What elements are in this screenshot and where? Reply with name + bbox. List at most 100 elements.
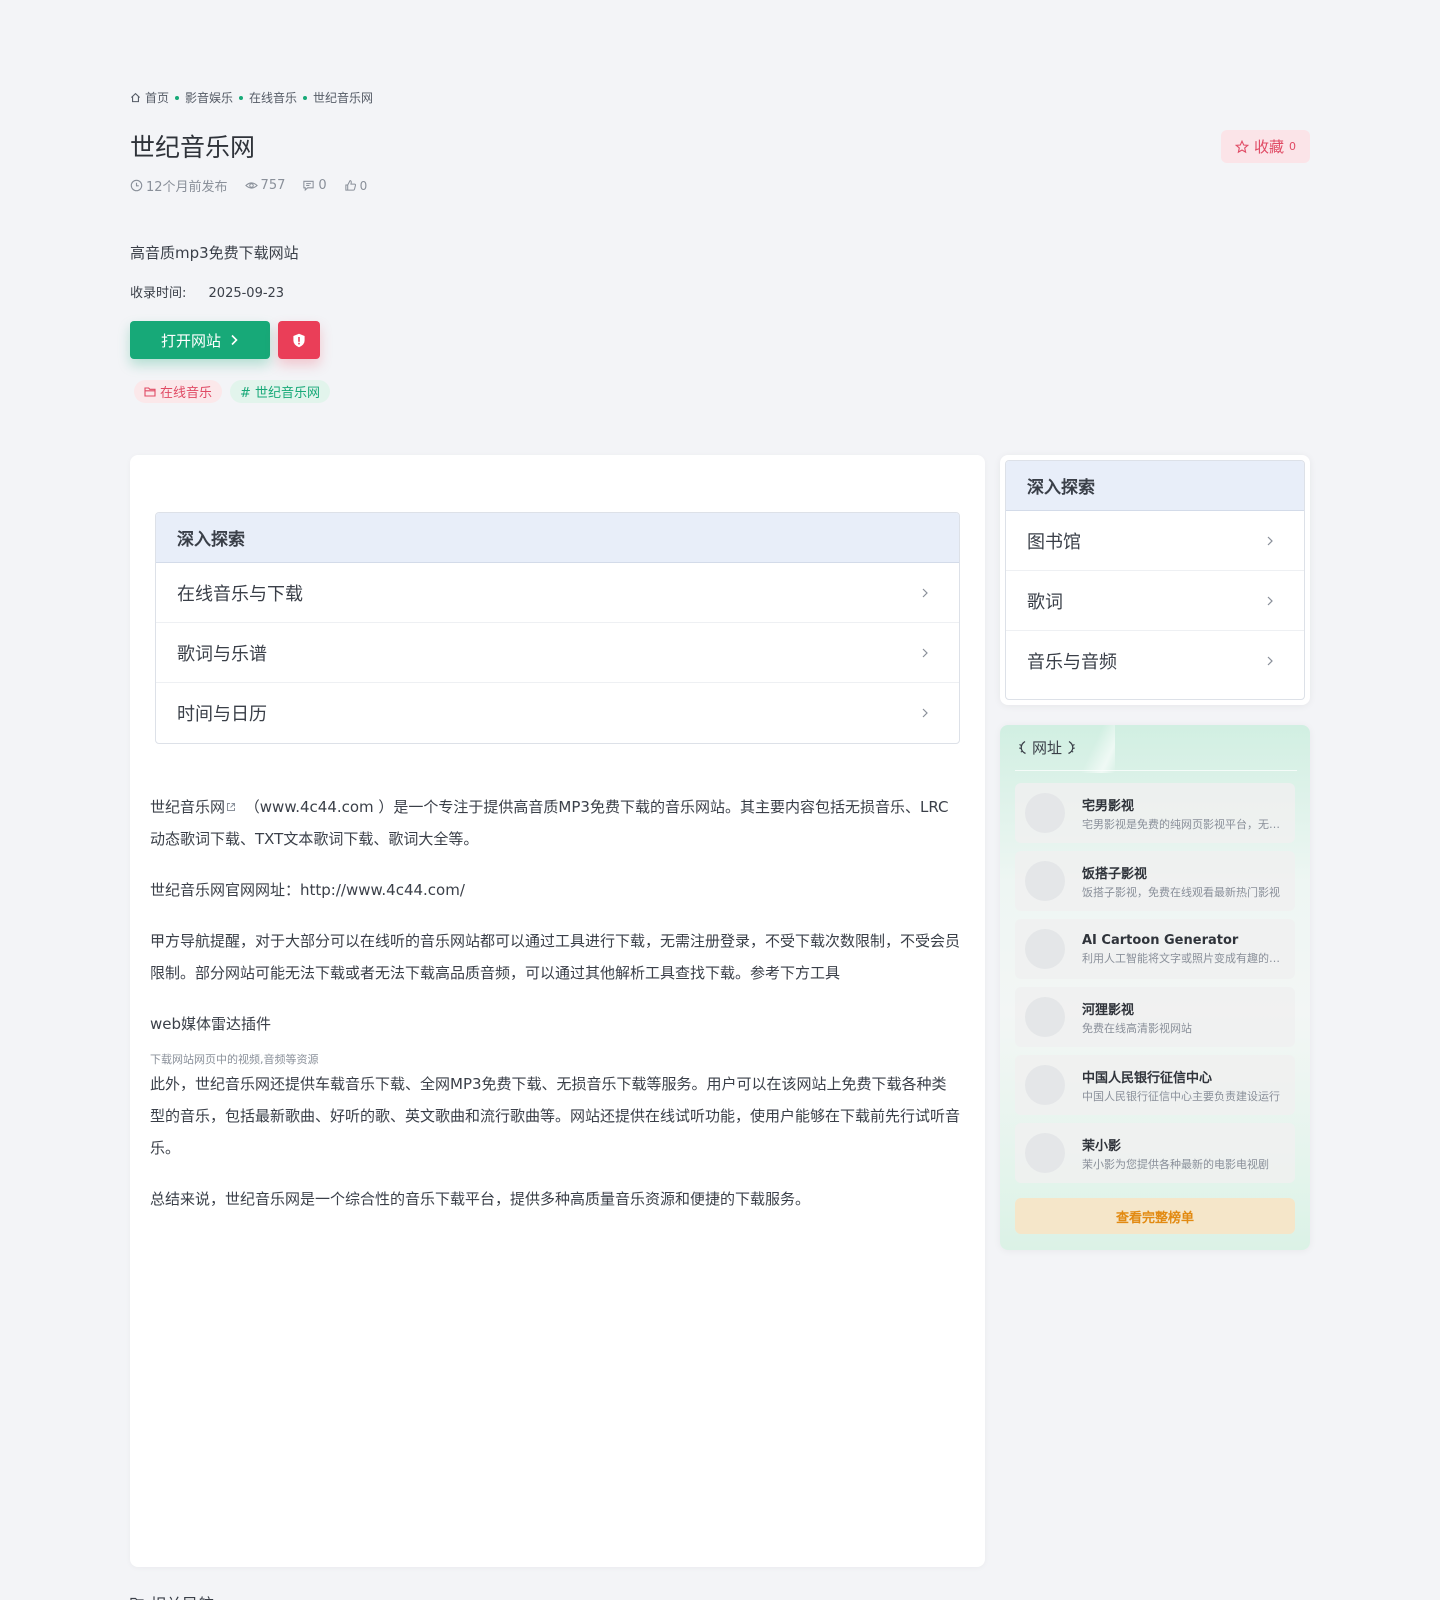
explore-item-music-audio[interactable]: 音乐与音频 — [1006, 631, 1304, 691]
ranking-item-text: 河狸影视 免费在线高清影视网站 — [1082, 999, 1287, 1036]
folder-icon — [144, 387, 156, 397]
explore-panel-side: 深入探索 图书馆 歌词 音乐与音频 — [1000, 455, 1310, 705]
like-count[interactable]: 0 — [344, 178, 368, 193]
chevron-right-icon — [922, 588, 928, 597]
explore-item-lyrics[interactable]: 歌词 — [1006, 571, 1304, 631]
ranking-item-name: AI Cartoon Generator — [1082, 932, 1239, 948]
comment-count[interactable]: 0 — [302, 178, 327, 193]
site-avatar — [1025, 793, 1065, 833]
breadcrumb-separator — [175, 95, 180, 100]
breadcrumb-subcategory[interactable]: 在线音乐 — [249, 89, 297, 106]
site-avatar — [1025, 929, 1065, 969]
explore-panel-side-inner: 深入探索 图书馆 歌词 音乐与音频 — [1005, 460, 1305, 700]
article-paragraph: 此外，世纪音乐网还提供车载音乐下载、全网MP3免费下载、无损音乐下载等服务。用户… — [150, 1075, 961, 1157]
tag-list: 在线音乐 # 世纪音乐网 — [134, 380, 338, 403]
favorite-button[interactable]: 收藏 0 — [1221, 130, 1310, 163]
site-avatar — [1025, 861, 1065, 901]
explore-panel-main: 深入探索 在线音乐与下载 歌词与乐谱 时间与日历 — [155, 512, 960, 744]
ranking-item[interactable]: 饭搭子影视 饭搭子影视，免费在线观看最新热门影视 — [1015, 851, 1295, 911]
site-avatar — [1025, 1133, 1065, 1173]
ranking-item[interactable]: 中国人民银行征信中心 中国人民银行征信中心主要负责建设运行 — [1015, 1055, 1295, 1115]
post-meta: 12个月前发布 757 0 0 — [130, 176, 384, 195]
ranking-item-text: 宅男影视 宅男影视是免费的纯网页影视平台，无需下载 — [1082, 795, 1287, 832]
ranking-item-desc: 宅男影视是免费的纯网页影视平台，无需下载 — [1082, 817, 1287, 831]
explore-item-lyrics-scores[interactable]: 歌词与乐谱 — [156, 623, 959, 683]
ranking-item-text: 茉小影 茉小影为您提供各种最新的电影电视剧 — [1082, 1135, 1287, 1172]
explore-panel-title: 深入探索 — [1006, 461, 1304, 511]
publish-time: 12个月前发布 — [130, 176, 228, 195]
site-description: 高音质mp3免费下载网站 — [130, 244, 299, 262]
favorite-label: 收藏 — [1253, 138, 1284, 156]
explore-item-label: 时间与日历 — [177, 704, 267, 725]
ranking-item[interactable]: 宅男影视 宅男影视是免费的纯网页影视平台，无需下载 — [1015, 783, 1295, 843]
ranking-item-text: 饭搭子影视 饭搭子影视，免费在线观看最新热门影视 — [1082, 863, 1287, 900]
ranking-item-desc: 免费在线高清影视网站 — [1082, 1021, 1192, 1035]
ranking-item[interactable]: AI Cartoon Generator 利用人工智能将文字或照片变成有趣的卡通 — [1015, 919, 1295, 979]
home-icon — [130, 92, 141, 103]
breadcrumb-category[interactable]: 影音娱乐 — [185, 89, 233, 106]
category-tag-label: 在线音乐 — [160, 386, 213, 401]
explore-item-label: 在线音乐与下载 — [177, 583, 303, 605]
ranking-item-name: 中国人民银行征信中心 — [1082, 1070, 1213, 1086]
breadcrumb-separator — [303, 95, 308, 100]
chevron-right-icon — [922, 648, 928, 657]
shield-alert-icon — [293, 333, 305, 347]
chevron-right-icon — [1267, 536, 1273, 545]
ranking-panel: 网址 宅男影视 宅男影视是免费的纯网页影视平台，无需下载 饭搭子影视 饭搭子影视… — [1000, 725, 1310, 1250]
tool-name[interactable]: web媒体雷达插件 — [150, 1008, 960, 1040]
chevron-right-icon — [231, 334, 238, 346]
explore-item-label: 歌词与乐谱 — [177, 643, 267, 665]
breadcrumb-separator — [239, 95, 244, 100]
chevron-right-icon — [1267, 596, 1273, 605]
keyword-tag[interactable]: # 世纪音乐网 — [230, 380, 331, 403]
explore-item-time-calendar[interactable]: 时间与日历 — [156, 683, 959, 743]
ranking-item-name: 河狸影视 — [1082, 1002, 1135, 1018]
laurel-right-icon — [1068, 740, 1075, 755]
record-time-label: 收录时间: — [130, 286, 187, 301]
view-count-text: 757 — [260, 178, 286, 193]
star-icon — [1234, 139, 1249, 153]
chevron-right-icon — [922, 708, 928, 718]
like-count-text: 0 — [359, 178, 368, 193]
ranking-item-name: 饭搭子影视 — [1082, 866, 1148, 882]
site-avatar — [1025, 997, 1065, 1037]
ranking-item[interactable]: 河狸影视 免费在线高清影视网站 — [1015, 987, 1295, 1047]
report-button[interactable] — [278, 321, 320, 359]
external-link-icon — [227, 803, 236, 811]
page-title: 世纪音乐网 — [130, 133, 256, 162]
ranking-item-name: 宅男影视 — [1082, 798, 1135, 814]
ranking-item-desc: 饭搭子影视，免费在线观看最新热门影视 — [1082, 885, 1280, 899]
open-website-label: 打开网站 — [160, 331, 221, 350]
ranking-item-desc: 利用人工智能将文字或照片变成有趣的卡通 — [1082, 951, 1287, 965]
ranking-item-text: AI Cartoon Generator 利用人工智能将文字或照片变成有趣的卡通 — [1082, 933, 1287, 966]
explore-panel-title: 深入探索 — [156, 513, 959, 563]
site-link[interactable]: 世纪音乐网 — [150, 798, 225, 816]
ranking-item[interactable]: 茉小影 茉小影为您提供各种最新的电影电视剧 — [1015, 1123, 1295, 1183]
article-paragraph: 世纪音乐网 （www.4c44.com ）是一个专注于提供高音质MP3免费下载的… — [150, 791, 960, 855]
article-text: （www.4c44.com ）是一个专注于提供高音质MP3免费下载的音乐网站。其… — [150, 798, 949, 848]
tool-caption: 下载网站网页中的视频,音频等资源 — [150, 1053, 319, 1066]
site-avatar — [1025, 1065, 1065, 1105]
ranking-item-desc: 中国人民银行征信中心主要负责建设运行 — [1082, 1089, 1280, 1103]
thumbs-up-icon — [345, 180, 356, 191]
comment-count-text: 0 — [318, 178, 327, 193]
article-paragraph: 总结来说，世纪音乐网是一个综合性的音乐下载平台，提供多种高质量音乐资源和便捷的下… — [150, 1190, 811, 1208]
ranking-item-text: 中国人民银行征信中心 中国人民银行征信中心主要负责建设运行 — [1082, 1067, 1287, 1104]
related-section-title: 相关导航 — [130, 1591, 214, 1600]
breadcrumb: 首页 影音娱乐 在线音乐 世纪音乐网 — [130, 89, 373, 106]
breadcrumb-current: 世纪音乐网 — [313, 91, 374, 105]
open-website-button[interactable]: 打开网站 — [130, 321, 270, 359]
comment-icon — [303, 180, 315, 192]
article-paragraph: 世纪音乐网官网网址：http://www.4c44.com/ — [150, 881, 465, 899]
explore-item-music-download[interactable]: 在线音乐与下载 — [156, 563, 959, 623]
explore-item-label: 歌词 — [1027, 591, 1063, 613]
category-tag[interactable]: 在线音乐 — [134, 380, 223, 403]
article-paragraph: 甲方导航提醒，对于大部分可以在线听的音乐网站都可以通过工具进行下载，无需注册登录… — [150, 932, 961, 982]
related-title-text: 相关导航 — [150, 1591, 214, 1600]
view-full-ranking-button[interactable]: 查看完整榜单 — [1015, 1198, 1295, 1234]
clock-icon — [130, 179, 143, 192]
ranking-item-name: 茉小影 — [1082, 1138, 1122, 1154]
explore-item-library[interactable]: 图书馆 — [1006, 511, 1304, 571]
content-card: 深入探索 在线音乐与下载 歌词与乐谱 时间与日历 世纪音乐网 （www.4c44… — [130, 455, 985, 1567]
breadcrumb-home[interactable]: 首页 — [145, 89, 169, 106]
